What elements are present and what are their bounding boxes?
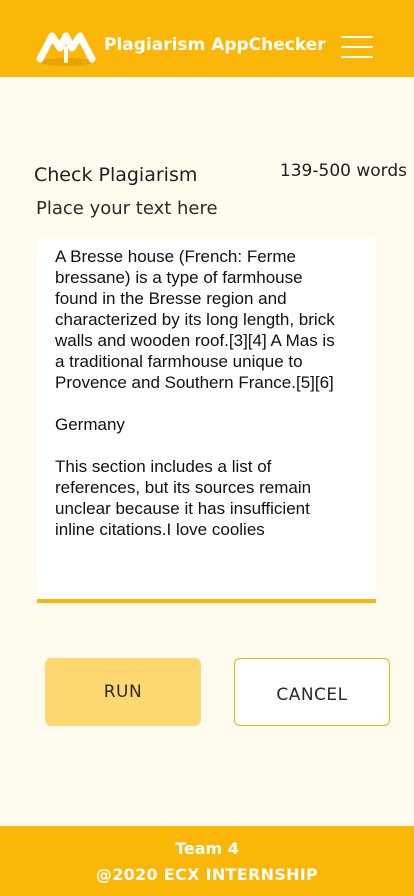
run-button-label: RUN	[103, 682, 143, 702]
footer-team: Team 4	[175, 839, 239, 858]
run-button[interactable]: RUN	[45, 658, 201, 726]
app-title: Plagiarism AppChecker	[104, 35, 326, 55]
app-footer: Team 4 @2020 ECX INTERNSHIP	[0, 826, 414, 896]
footer-copyright: @2020 ECX INTERNSHIP	[95, 865, 319, 884]
text-input-label: Place your text here	[36, 198, 218, 219]
text-input-value: A Bresse house (French: Ferme bressane) …	[55, 247, 335, 539]
app-header: Plagiarism AppChecker	[0, 0, 414, 77]
word-limit-label: 139-500 words	[279, 161, 407, 181]
text-input-field[interactable]: A Bresse house (French: Ferme bressane) …	[37, 238, 376, 603]
hamburger-menu-icon[interactable]	[341, 35, 373, 59]
cancel-button[interactable]: CANCEL	[234, 658, 390, 726]
page-title: Check Plagiarism	[34, 164, 198, 186]
mountain-logo-icon[interactable]	[36, 28, 96, 68]
cancel-button-label: CANCEL	[276, 685, 348, 705]
